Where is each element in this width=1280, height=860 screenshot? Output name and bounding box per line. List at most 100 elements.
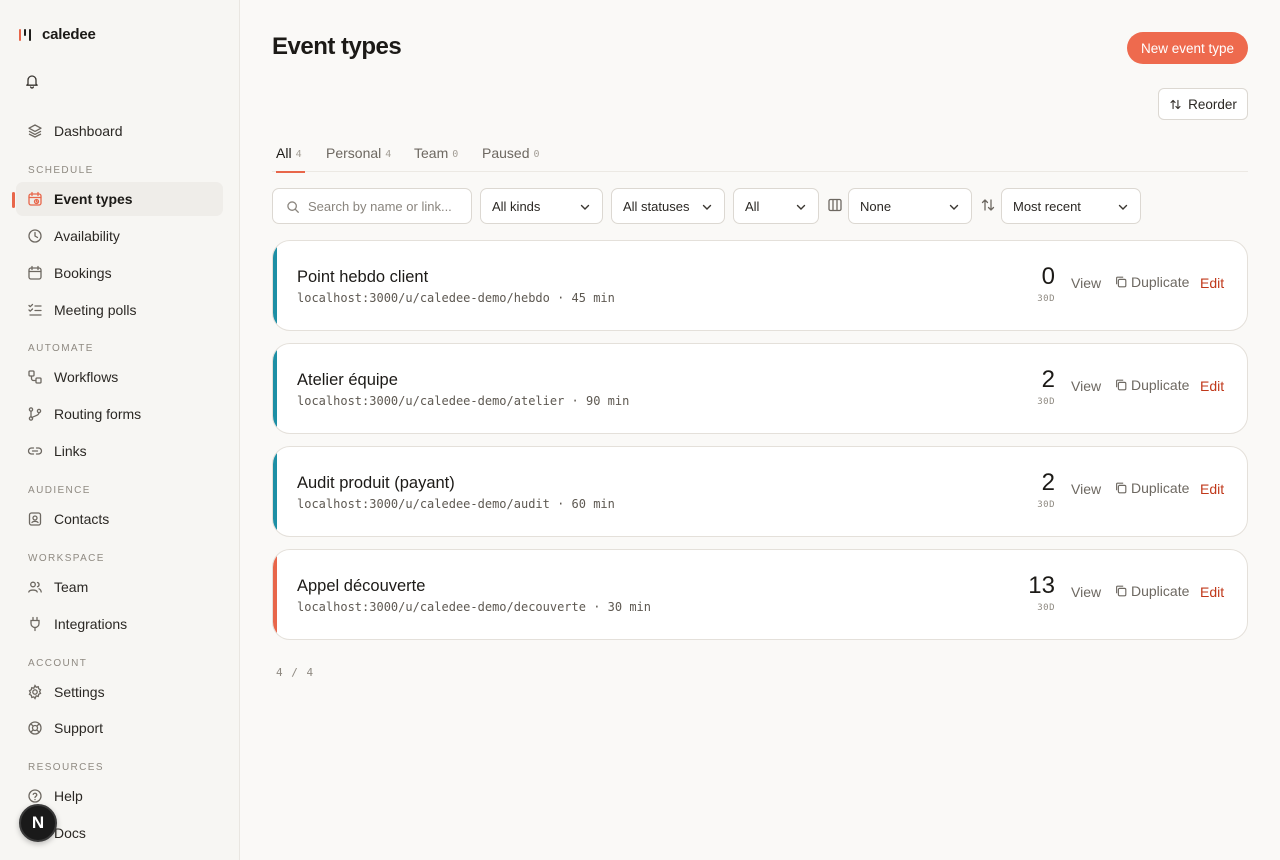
duplicate-label: Duplicate [1131,377,1190,393]
new-event-type-button[interactable]: New event type [1127,32,1248,64]
duplicate-button[interactable]: Duplicate [1114,583,1189,599]
group-value: None [860,198,892,214]
tab-count: 4 [385,149,392,160]
caledee-logo-icon [18,28,33,42]
status-value: All statuses [623,198,690,214]
sidebar-item-label: Help [54,788,83,804]
tab-all[interactable]: All 4 [276,145,305,173]
sidebar: caledee Dashboard SCHEDULE Event types A… [0,0,240,860]
sidebar-item-label: Support [54,720,104,736]
card-accent [273,344,277,433]
event-title: Audit produit (payant) [297,474,455,492]
tab-paused[interactable]: Paused 0 [482,145,540,172]
duplicate-label: Duplicate [1131,583,1190,599]
layers-icon [28,124,42,138]
sort-value: Most recent [1013,198,1081,214]
booking-count: 2 [1041,366,1055,393]
reorder-button[interactable]: Reorder [1158,88,1248,120]
copy-icon [1116,585,1127,597]
duplicate-button[interactable]: Duplicate [1114,377,1189,393]
scope-value: All [745,198,760,214]
sidebar-item-event-types[interactable]: Event types [16,182,223,216]
event-type-card[interactable]: Point hebdo client localhost:3000/u/cale… [272,240,1248,331]
tab-label: All [276,145,292,161]
sidebar-item-contacts[interactable]: Contacts [16,502,223,536]
sort-select[interactable]: Most recent [1001,188,1141,224]
duplicate-button[interactable]: Duplicate [1114,480,1189,496]
contact-card-icon [28,512,42,526]
nav-section-automate: AUTOMATE [28,343,94,354]
main-content: Event types New event type Reorder All 4 … [240,0,1280,860]
sidebar-item-label: Settings [54,684,105,700]
duplicate-label: Duplicate [1131,274,1190,290]
copy-icon [1116,482,1127,494]
lifebuoy-icon [28,721,42,735]
event-type-card[interactable]: Audit produit (payant) localhost:3000/u/… [272,446,1248,537]
event-type-card[interactable]: Atelier équipe localhost:3000/u/caledee-… [272,343,1248,434]
booking-period: 30D [1037,500,1055,510]
sidebar-item-label: Bookings [54,265,112,281]
page-title: Event types [272,33,402,60]
card-accent [273,447,277,536]
sidebar-item-dashboard[interactable]: Dashboard [16,114,223,148]
pagination-count: 4 / 4 [276,666,315,679]
booking-count: 13 [1028,572,1055,599]
sidebar-item-links[interactable]: Links [16,434,223,468]
chevron-down-icon [702,204,712,210]
edit-link[interactable]: Edit [1200,481,1224,497]
bell-icon[interactable] [24,73,40,89]
scope-select[interactable]: All [733,188,819,224]
view-link[interactable]: View [1071,584,1101,600]
sidebar-item-team[interactable]: Team [16,570,223,604]
tab-label: Personal [326,145,382,161]
event-url: localhost:3000/u/caledee-demo/atelier · … [297,394,630,408]
sort-direction-icon[interactable] [980,197,996,213]
avatar[interactable]: N [19,804,57,842]
sidebar-item-meeting-polls[interactable]: Meeting polls [16,293,223,327]
columns-icon[interactable] [827,197,843,213]
view-link[interactable]: View [1071,481,1101,497]
event-title: Atelier équipe [297,371,398,389]
event-title: Point hebdo client [297,268,429,286]
card-accent [273,241,277,330]
booking-period: 30D [1037,294,1055,304]
event-url: localhost:3000/u/caledee-demo/decouverte… [297,600,652,614]
gear-icon [28,684,42,700]
tab-team[interactable]: Team 0 [414,145,458,172]
duplicate-button[interactable]: Duplicate [1114,274,1189,290]
edit-link[interactable]: Edit [1200,275,1224,291]
sidebar-item-label: Integrations [54,616,128,632]
view-link[interactable]: View [1071,275,1101,291]
clock-icon [28,229,42,243]
edit-link[interactable]: Edit [1200,378,1224,394]
git-branch-icon [28,407,42,421]
sidebar-item-bookings[interactable]: Bookings [16,256,223,290]
brand-logo[interactable]: caledee [18,26,96,43]
kind-select[interactable]: All kinds [480,188,603,224]
search-placeholder: Search by name or link... [308,198,452,214]
event-url: localhost:3000/u/caledee-demo/audit · 60… [297,497,615,511]
group-select[interactable]: None [848,188,972,224]
sidebar-item-label: Docs [54,825,86,841]
sidebar-item-settings[interactable]: Settings [16,675,223,709]
nav-section-workspace: WORKSPACE [28,553,105,564]
nav-section-audience: AUDIENCE [28,485,91,496]
sidebar-item-integrations[interactable]: Integrations [16,607,223,641]
sidebar-item-label: Links [54,443,87,459]
event-type-card[interactable]: Appel découverte localhost:3000/u/calede… [272,549,1248,640]
plug-icon [30,616,40,632]
booking-count: 0 [1041,263,1055,290]
sidebar-item-availability[interactable]: Availability [16,219,223,253]
tab-personal[interactable]: Personal 4 [326,145,391,172]
card-accent [273,550,277,639]
tab-bar: All 4 Personal 4 Team 0 Paused 0 [272,140,1248,173]
sidebar-item-support[interactable]: Support [16,711,223,745]
sidebar-item-routing-forms[interactable]: Routing forms [16,397,223,431]
view-link[interactable]: View [1071,378,1101,394]
status-select[interactable]: All statuses [611,188,725,224]
sidebar-item-label: Routing forms [54,406,142,422]
sidebar-item-workflows[interactable]: Workflows [16,360,223,394]
search-input[interactable]: Search by name or link... [272,188,472,224]
tab-label: Team [414,145,449,161]
edit-link[interactable]: Edit [1200,584,1224,600]
